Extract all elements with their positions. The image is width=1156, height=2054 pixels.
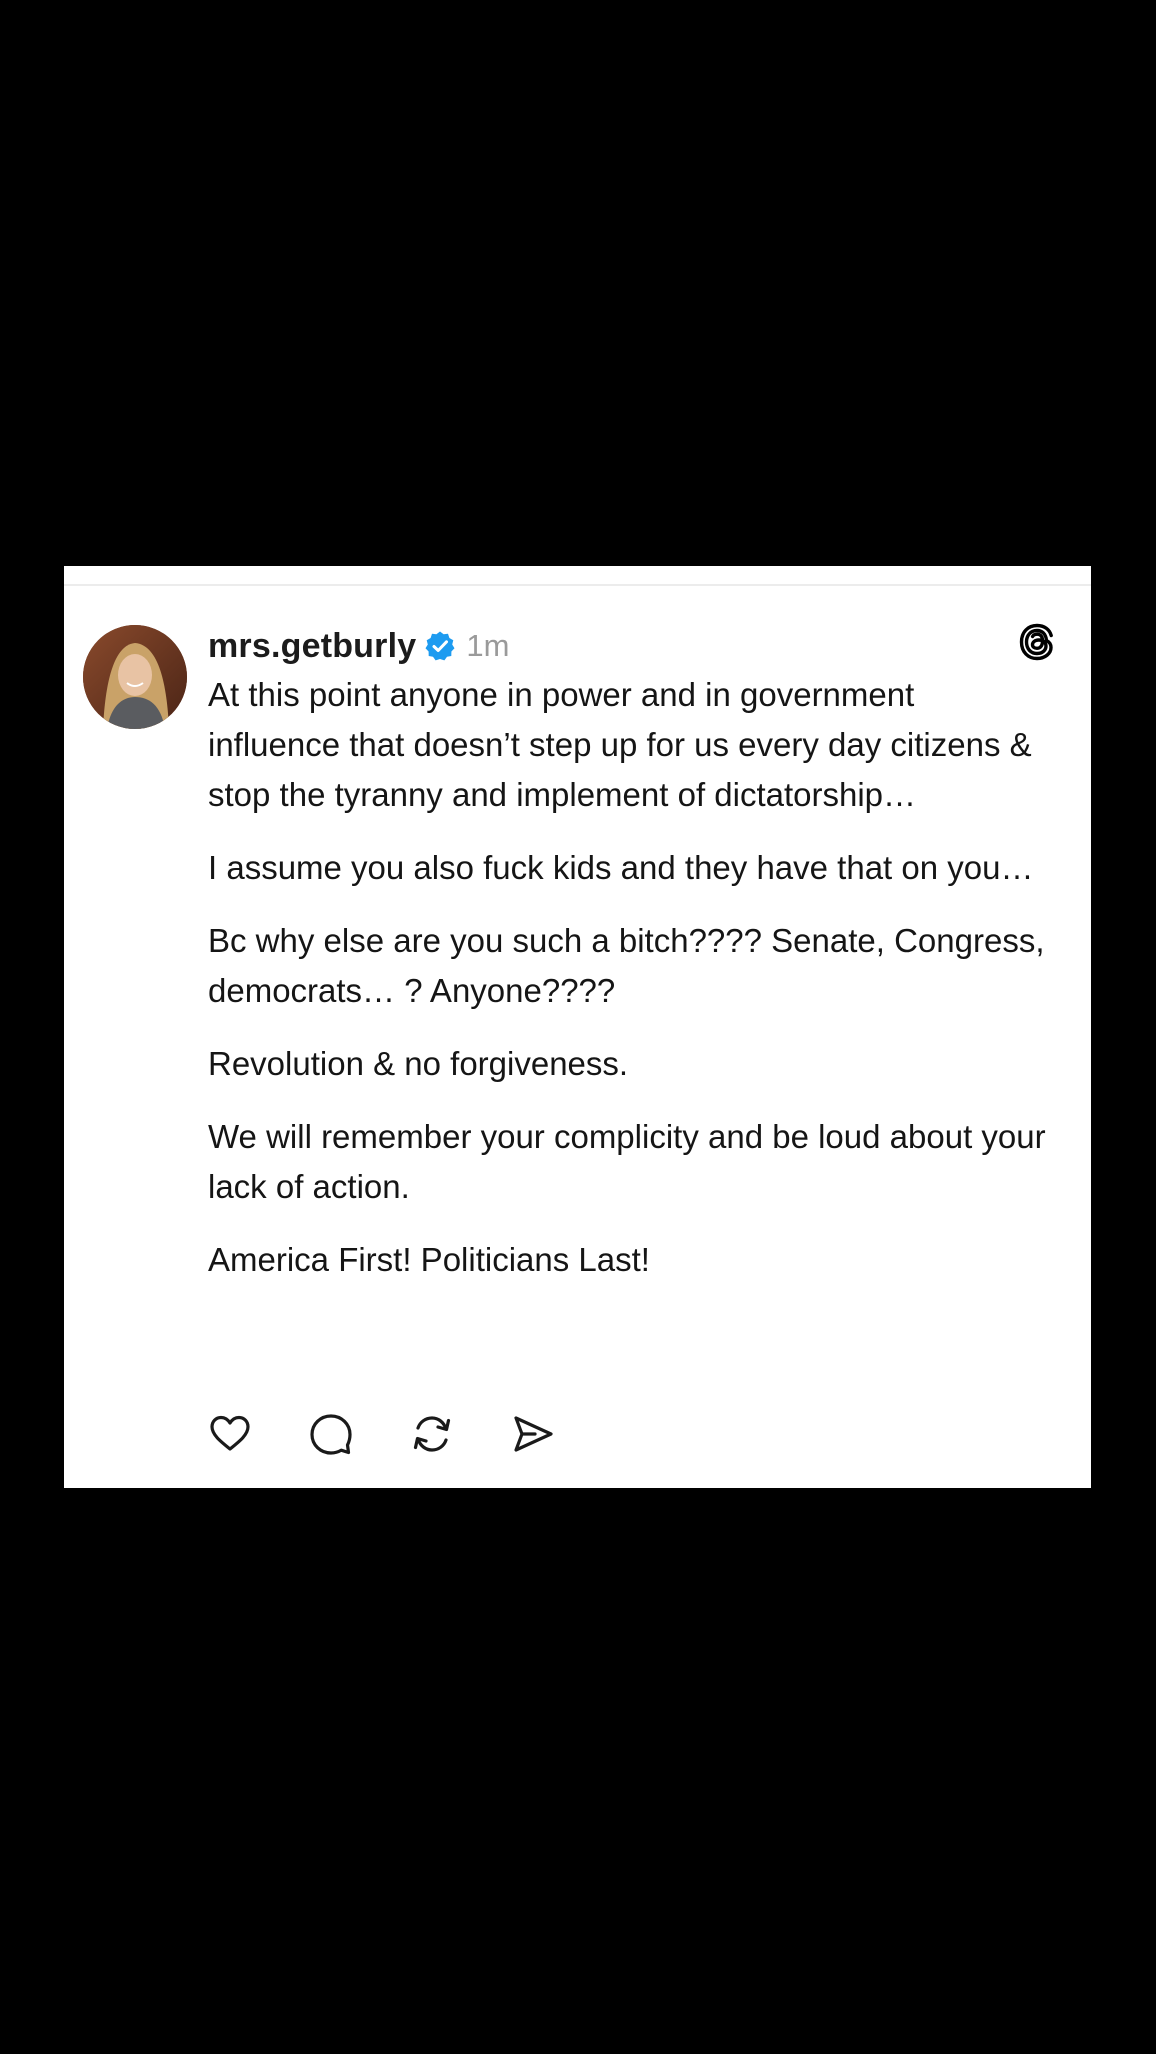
comment-button[interactable] — [308, 1411, 354, 1457]
verified-badge-icon — [425, 631, 455, 661]
post-paragraph: Revolution & no forgiveness. — [208, 1045, 629, 1082]
avatar-image — [83, 625, 187, 729]
timestamp: 1m — [466, 628, 510, 663]
repost-button[interactable] — [409, 1411, 455, 1457]
action-bar — [207, 1411, 611, 1457]
username[interactable]: mrs.getburly — [208, 627, 416, 666]
share-button[interactable] — [510, 1411, 556, 1457]
post-paragraph: I assume you also fuck kids and they hav… — [208, 849, 1034, 886]
threads-logo-icon[interactable] — [1013, 618, 1061, 666]
post-header: mrs.getburly 1m — [208, 622, 509, 670]
post-paragraph: We will remember your complicity and be … — [208, 1118, 1046, 1205]
avatar[interactable] — [83, 625, 187, 729]
post-body: At this point anyone in power and in gov… — [208, 670, 1048, 1308]
post-paragraph: America First! Politicians Last! — [208, 1241, 650, 1278]
heart-icon — [210, 1415, 250, 1451]
comment-icon — [310, 1414, 352, 1455]
share-icon — [514, 1416, 553, 1452]
repost-icon — [413, 1416, 451, 1452]
post-card: mrs.getburly 1m At this point anyone in … — [64, 566, 1091, 1488]
post-paragraph: Bc why else are you such a bitch???? Sen… — [208, 922, 1045, 1009]
like-button[interactable] — [207, 1411, 253, 1457]
divider — [64, 584, 1091, 586]
post-paragraph: At this point anyone in power and in gov… — [208, 676, 1032, 813]
